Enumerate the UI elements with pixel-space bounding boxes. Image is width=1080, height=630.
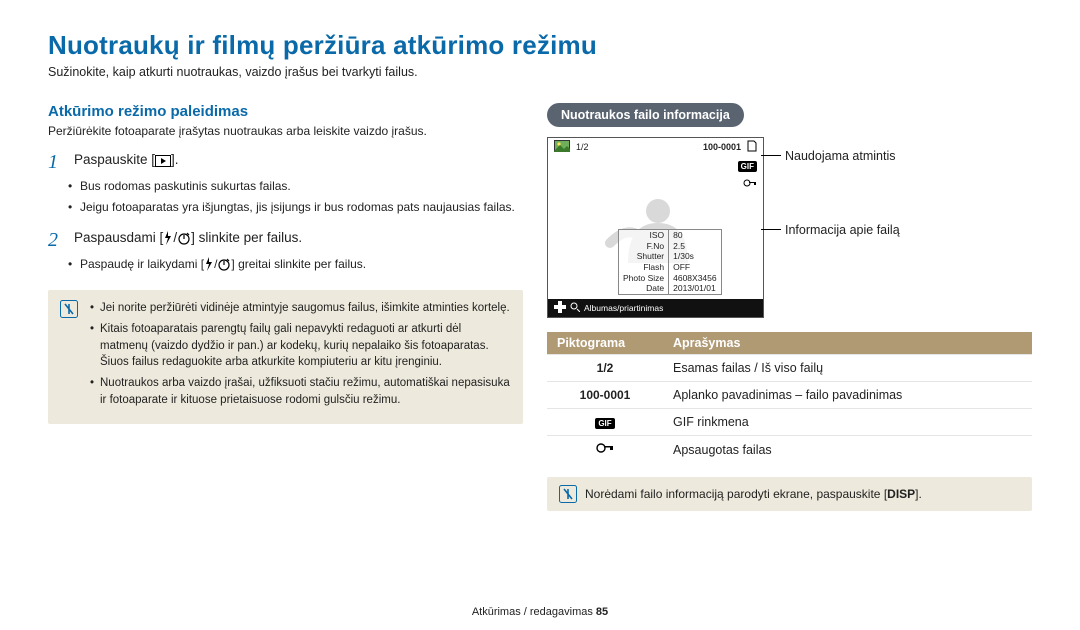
text: ].: [915, 487, 922, 501]
dpad-icon: [554, 301, 566, 315]
footer-label: Albumas/priartinimas: [584, 303, 663, 313]
tip-item: Jei norite peržiūrėti vidinėje atmintyje…: [90, 300, 511, 317]
folder-name: 100-0001: [703, 142, 741, 152]
desc-cell: Aplanko pavadinimas – failo pavadinimas: [663, 382, 1032, 409]
section-heading: Atkūrimo režimo paleidimas: [48, 103, 523, 120]
icon-legend-table: Piktograma Aprašymas 1/2 Esamas failas /…: [547, 332, 1032, 463]
panel-heading-pill: Nuotraukos failo informacija: [547, 103, 744, 127]
page-footer: Atkūrimas / redagavimas 85: [0, 606, 1080, 618]
icon-cell: 1/2: [547, 355, 663, 382]
file-counter: 1/2: [576, 142, 589, 152]
timer-icon: [177, 231, 191, 245]
text: Paspausdami [: [74, 230, 163, 245]
disp-key: DISP: [887, 487, 915, 501]
text: Paspaudę ir laikydami [: [80, 257, 204, 271]
callout-memory: Naudojama atmintis: [785, 149, 895, 163]
page-number: 85: [596, 606, 608, 618]
page-title: Nuotraukų ir filmų peržiūra atkūrimo rež…: [48, 30, 1032, 61]
gif-icon: GIF: [595, 418, 614, 429]
text: ] slinkite per failus.: [191, 230, 302, 245]
lock-icon: [596, 443, 614, 457]
table-row: Apsaugotas failas: [547, 436, 1032, 464]
step-text: Paspauskite [].: [74, 152, 179, 172]
tip-item: Nuotraukos arba vaizdo įrašai, užfiksuot…: [90, 375, 511, 408]
lock-icon: [743, 175, 757, 192]
th-desc: Aprašymas: [663, 332, 1032, 355]
timer-icon: [217, 257, 231, 271]
file-meta-box: ISO80 F.No2.5 Shutter1/30s FlashOFF Phot…: [618, 229, 722, 295]
callout-line: [761, 229, 781, 230]
desc-cell: GIF rinkmena: [663, 409, 1032, 436]
text: Norėdami failo informaciją parodyti ekra…: [585, 487, 887, 501]
tip-box: Norėdami failo informaciją parodyti ekra…: [547, 477, 1032, 511]
callout-file: Informacija apie failą: [785, 223, 900, 237]
camera-screen-preview: 1/2 100-0001 GIF: [547, 137, 764, 318]
icon-cell: [547, 436, 663, 464]
playback-icon: [155, 155, 171, 167]
tip-item: Kitais fotoaparatais parengtų failų gali…: [90, 321, 511, 371]
table-row: GIF GIF rinkmena: [547, 409, 1032, 436]
text: ] greitai slinkite per failus.: [231, 257, 366, 271]
info-icon: [60, 300, 78, 318]
tip-box: Jei norite peržiūrėti vidinėje atmintyje…: [48, 290, 523, 424]
gif-icon: GIF: [738, 161, 757, 172]
footer-text: Atkūrimas / redagavimas: [472, 606, 596, 618]
th-icon: Piktograma: [547, 332, 663, 355]
desc-cell: Apsaugotas failas: [663, 436, 1032, 464]
callout-line: [761, 155, 781, 156]
desc-cell: Esamas failas / Iš viso failų: [663, 355, 1032, 382]
photo-thumb-icon: [554, 140, 570, 154]
list-item: Jeigu fotoaparatas yra išjungtas, jis įs…: [80, 199, 523, 216]
info-icon: [559, 485, 577, 503]
list-item: Paspaudę ir laikydami [/] greitai slinki…: [80, 256, 523, 273]
flash-icon: [204, 257, 214, 271]
icon-cell: 100-0001: [547, 382, 663, 409]
memory-icon: [747, 140, 757, 154]
step-number: 1: [48, 152, 64, 172]
zoom-icon: [570, 302, 580, 314]
section-desc: Peržiūrėkite fotoaparate įrašytas nuotra…: [48, 124, 523, 138]
lead-text: Sužinokite, kaip atkurti nuotraukas, vai…: [48, 65, 1032, 79]
table-row: 1/2 Esamas failas / Iš viso failų: [547, 355, 1032, 382]
flash-icon: [163, 231, 173, 245]
icon-cell: GIF: [547, 409, 663, 436]
table-row: 100-0001 Aplanko pavadinimas – failo pav…: [547, 382, 1032, 409]
step-text: Paspausdami [/] slinkite per failus.: [74, 230, 302, 250]
list-item: Bus rodomas paskutinis sukurtas failas.: [80, 178, 523, 195]
text: Paspauskite [: [74, 152, 155, 167]
text: ].: [171, 152, 179, 167]
step-number: 2: [48, 230, 64, 250]
